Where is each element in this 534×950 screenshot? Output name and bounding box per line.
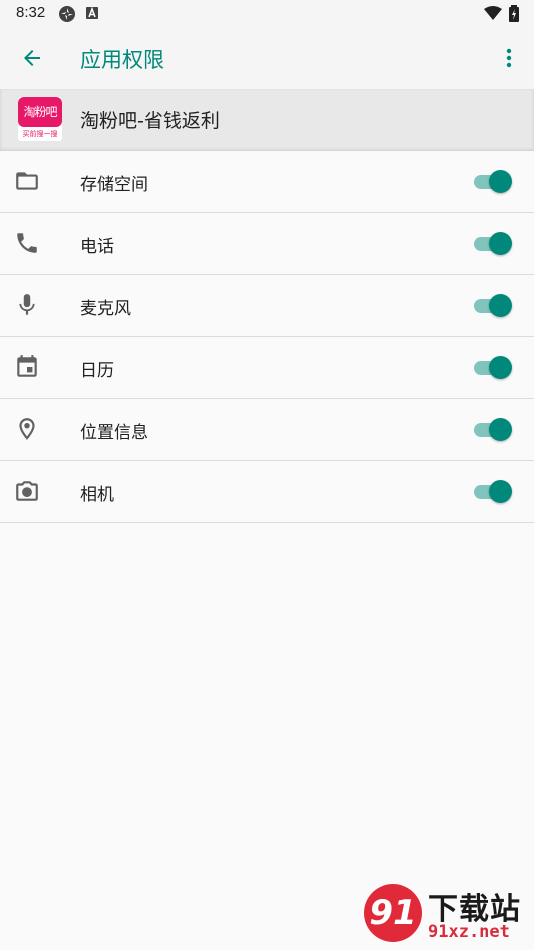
app-bar: 应用权限 bbox=[0, 27, 534, 89]
permission-list: 存储空间 电话 麦克风 日历 位置信息 相机 bbox=[0, 151, 534, 523]
permission-label: 位置信息 bbox=[80, 423, 148, 443]
toggle-thumb bbox=[489, 480, 512, 503]
status-bar: 8:32 bbox=[0, 0, 534, 27]
microphone-toggle[interactable] bbox=[474, 293, 514, 319]
phone-toggle[interactable] bbox=[474, 231, 514, 257]
arrow-back-icon bbox=[24, 50, 40, 66]
toggle-thumb bbox=[489, 170, 512, 193]
keyboard-a-icon bbox=[86, 6, 98, 19]
app-logo-text: 淘粉吧 bbox=[18, 97, 62, 127]
watermark-url: 91xz.net bbox=[428, 922, 510, 942]
more-options-button[interactable] bbox=[494, 40, 524, 76]
toggle-thumb bbox=[489, 356, 512, 379]
toggle-thumb bbox=[489, 232, 512, 255]
battery-icon bbox=[509, 5, 519, 22]
more-vert-icon bbox=[506, 48, 512, 68]
permission-row-phone[interactable]: 电话 bbox=[0, 213, 534, 275]
permission-label: 存储空间 bbox=[80, 175, 148, 195]
sync-status-icon bbox=[59, 6, 75, 22]
app-name: 淘粉吧-省钱返利 bbox=[80, 110, 220, 132]
wifi-icon bbox=[484, 6, 502, 20]
permission-row-storage[interactable]: 存储空间 bbox=[0, 151, 534, 213]
app-logo: 淘粉吧 买前搜一搜 bbox=[18, 97, 62, 141]
calendar-icon bbox=[17, 355, 37, 377]
app-logo-subtext: 买前搜一搜 bbox=[22, 130, 58, 138]
back-button[interactable] bbox=[14, 40, 50, 76]
camera-icon bbox=[16, 481, 38, 501]
permission-label: 麦克风 bbox=[80, 299, 131, 319]
folder-icon bbox=[16, 172, 38, 190]
app-header: 淘粉吧 买前搜一搜 淘粉吧-省钱返利 bbox=[0, 89, 534, 151]
location-toggle[interactable] bbox=[474, 417, 514, 443]
toggle-thumb bbox=[489, 294, 512, 317]
storage-toggle[interactable] bbox=[474, 169, 514, 195]
page-title: 应用权限 bbox=[80, 48, 164, 72]
status-time: 8:32 bbox=[16, 4, 46, 21]
calendar-toggle[interactable] bbox=[474, 355, 514, 381]
permission-row-camera[interactable]: 相机 bbox=[0, 461, 534, 523]
toggle-thumb bbox=[489, 418, 512, 441]
permission-row-calendar[interactable]: 日历 bbox=[0, 337, 534, 399]
watermark-logo: 91 bbox=[364, 884, 422, 942]
camera-toggle[interactable] bbox=[474, 479, 514, 505]
permission-label: 相机 bbox=[80, 485, 114, 505]
permission-row-location[interactable]: 位置信息 bbox=[0, 399, 534, 461]
permission-label: 日历 bbox=[80, 361, 114, 381]
location-icon bbox=[19, 418, 35, 440]
permission-row-microphone[interactable]: 麦克风 bbox=[0, 275, 534, 337]
phone-icon bbox=[17, 233, 37, 253]
site-watermark: 91 下载站 91xz.net bbox=[362, 882, 532, 948]
mic-icon bbox=[19, 294, 35, 315]
permission-label: 电话 bbox=[80, 237, 114, 257]
